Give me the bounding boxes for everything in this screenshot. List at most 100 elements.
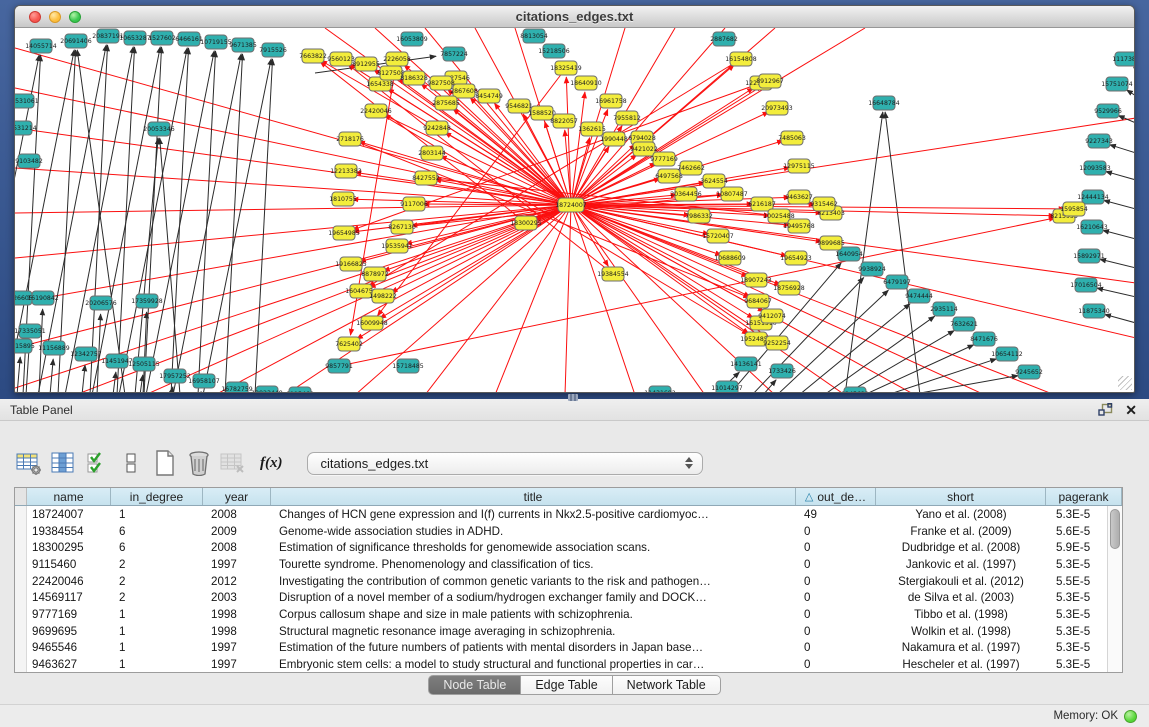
column-header-name[interactable]: name [27, 488, 111, 505]
graph-node[interactable]: 7485063 [778, 131, 806, 145]
unselect-all-button[interactable] [116, 448, 146, 478]
graph-node[interactable]: 12342757 [70, 347, 102, 361]
graph-node[interactable]: 10719155 [200, 35, 232, 49]
graph-node[interactable]: 1810755 [329, 192, 357, 206]
graph-node[interactable]: 8912967 [756, 74, 784, 88]
table-row[interactable]: 1872400712008Changes of HCN gene express… [15, 506, 1122, 523]
graph-node[interactable]: 15892971 [1073, 249, 1105, 263]
graph-node[interactable]: 16958107 [188, 374, 220, 388]
graph-node[interactable]: 20206576 [85, 296, 117, 310]
table-row[interactable]: 969969511998Structural magnetic resonanc… [15, 623, 1122, 640]
graph-node[interactable]: 16210643 [1076, 220, 1108, 234]
graph-node[interactable]: 9938924 [858, 262, 886, 276]
tab-node-table[interactable]: Node Table [428, 675, 521, 695]
table-row[interactable]: 1938455462009Genome-wide association stu… [15, 523, 1122, 540]
column-header-in_degree[interactable]: in_degree [111, 488, 203, 505]
graph-node[interactable]: 9315462 [810, 197, 838, 211]
graph-node[interactable]: 9245632 [841, 387, 869, 392]
graph-node[interactable]: 2875685 [432, 96, 460, 110]
graph-node[interactable]: 16531214 [15, 121, 37, 135]
graph-node[interactable]: 10807487 [716, 187, 748, 201]
graph-node[interactable]: 19654923 [780, 251, 812, 265]
graph-node[interactable]: 18325419 [550, 61, 582, 75]
close-panel-icon[interactable]: ✕ [1125, 403, 1137, 417]
column-header-year[interactable]: year [203, 488, 271, 505]
table-row[interactable]: 911546021997Tourette syndrome. Phenomeno… [15, 556, 1122, 573]
close-window-button[interactable] [29, 11, 41, 23]
graph-node[interactable]: 2935114 [930, 302, 958, 316]
graph-node[interactable]: 15720407 [702, 229, 734, 243]
network-canvas[interactable]: 1872400714055714206914062083719110653287… [15, 28, 1134, 392]
graph-node[interactable]: 1117384 [1112, 52, 1134, 66]
table-row[interactable]: 977716911998Corpus callosum shape and si… [15, 606, 1122, 623]
graph-node[interactable]: 8912955 [352, 57, 380, 71]
graph-node[interactable]: 9245652 [1015, 365, 1043, 379]
select-columns-button[interactable] [48, 448, 78, 478]
graph-node[interactable]: 20053346 [143, 122, 175, 136]
graph-node[interactable]: 9242848 [423, 121, 451, 135]
graph-node[interactable]: 11014297 [711, 381, 743, 392]
table-scrollbar-thumb[interactable] [1110, 509, 1120, 549]
graph-node[interactable]: 19384554 [597, 267, 629, 281]
graph-node[interactable]: 9899685 [817, 236, 845, 250]
zoom-window-button[interactable] [69, 11, 81, 23]
graph-node[interactable]: 16961758 [595, 94, 627, 108]
graph-node[interactable]: 15751074 [1101, 77, 1133, 91]
table-settings-button[interactable] [14, 448, 44, 478]
graph-node[interactable]: 1595854 [1060, 202, 1088, 216]
graph-node[interactable]: 2803144 [418, 146, 446, 160]
graph-node[interactable]: 9252254 [763, 336, 791, 350]
tab-network-table[interactable]: Network Table [613, 675, 721, 695]
graph-node[interactable]: 12505115 [128, 357, 160, 371]
graph-node[interactable]: 16053809 [396, 32, 428, 46]
graph-node[interactable]: 16648784 [868, 96, 900, 110]
graph-node[interactable]: 9857791 [325, 359, 353, 373]
graph-node[interactable]: 7955812 [613, 111, 641, 125]
graph-node[interactable]: 20531061 [15, 94, 39, 108]
column-header-title[interactable]: title [271, 488, 796, 505]
graph-node[interactable]: 8878972 [361, 267, 389, 281]
column-header-out_degree[interactable]: △out_de… [796, 488, 876, 505]
graph-node[interactable]: 9529966 [1094, 104, 1122, 118]
float-panel-icon[interactable] [1098, 403, 1113, 417]
graph-node[interactable]: 1733426 [768, 364, 796, 378]
graph-node[interactable]: 16009948 [356, 316, 388, 330]
graph-node[interactable]: 8822057 [550, 114, 578, 128]
network-window[interactable]: citations_edges.txt 18724007140557142069… [14, 5, 1135, 393]
network-window-titlebar[interactable]: citations_edges.txt [15, 6, 1134, 28]
graph-node[interactable]: 12093583 [1079, 161, 1111, 175]
graph-node[interactable]: 12213383 [330, 164, 362, 178]
graph-node[interactable]: 1498222 [369, 289, 397, 303]
graph-node[interactable]: 9671385 [229, 38, 257, 52]
graph-node[interactable]: 20364456 [670, 187, 702, 201]
graph-node[interactable]: 19654985 [328, 226, 360, 240]
graph-node[interactable]: 20973493 [761, 101, 793, 115]
graph-node[interactable]: 18300295 [510, 216, 542, 230]
graph-node[interactable]: 9115460 [286, 387, 314, 392]
tab-edge-table[interactable]: Edge Table [521, 675, 612, 695]
graph-node[interactable]: 8186328 [400, 71, 428, 85]
graph-node[interactable]: 6466161 [175, 32, 203, 46]
graph-node[interactable]: 8471676 [970, 332, 998, 346]
table-scrollbar[interactable] [1107, 506, 1122, 672]
citation-network-graph[interactable]: 1872400714055714206914062083719110653287… [15, 28, 1134, 392]
table-row[interactable]: 2242004622012Investigating the contribut… [15, 573, 1122, 590]
table-row[interactable]: 1830029562008Estimation of significance … [15, 539, 1122, 556]
minimize-window-button[interactable] [49, 11, 61, 23]
graph-node[interactable]: 1527602 [148, 31, 176, 45]
table-row[interactable]: 1456911722003Disruption of a novel membe… [15, 589, 1122, 606]
graph-node[interactable]: 18756928 [773, 281, 805, 295]
window-resize-grip[interactable] [1118, 376, 1132, 390]
graph-node[interactable]: 7986332 [685, 209, 713, 223]
graph-node[interactable]: 9777169 [650, 152, 678, 166]
graph-node[interactable]: 7625402 [335, 337, 363, 351]
graph-node[interactable]: 8454749 [475, 89, 503, 103]
graph-node[interactable]: 2887682 [710, 32, 738, 46]
graph-node[interactable]: 16190842 [27, 291, 59, 305]
graph-node[interactable]: 17016504 [1070, 278, 1102, 292]
graph-node[interactable]: 11875340 [1078, 304, 1110, 318]
graph-node[interactable]: 10654112 [991, 347, 1023, 361]
graph-node[interactable]: 18907243 [740, 273, 772, 287]
graph-node[interactable]: 2226058 [383, 52, 411, 66]
graph-node[interactable]: 20691406 [60, 34, 92, 48]
